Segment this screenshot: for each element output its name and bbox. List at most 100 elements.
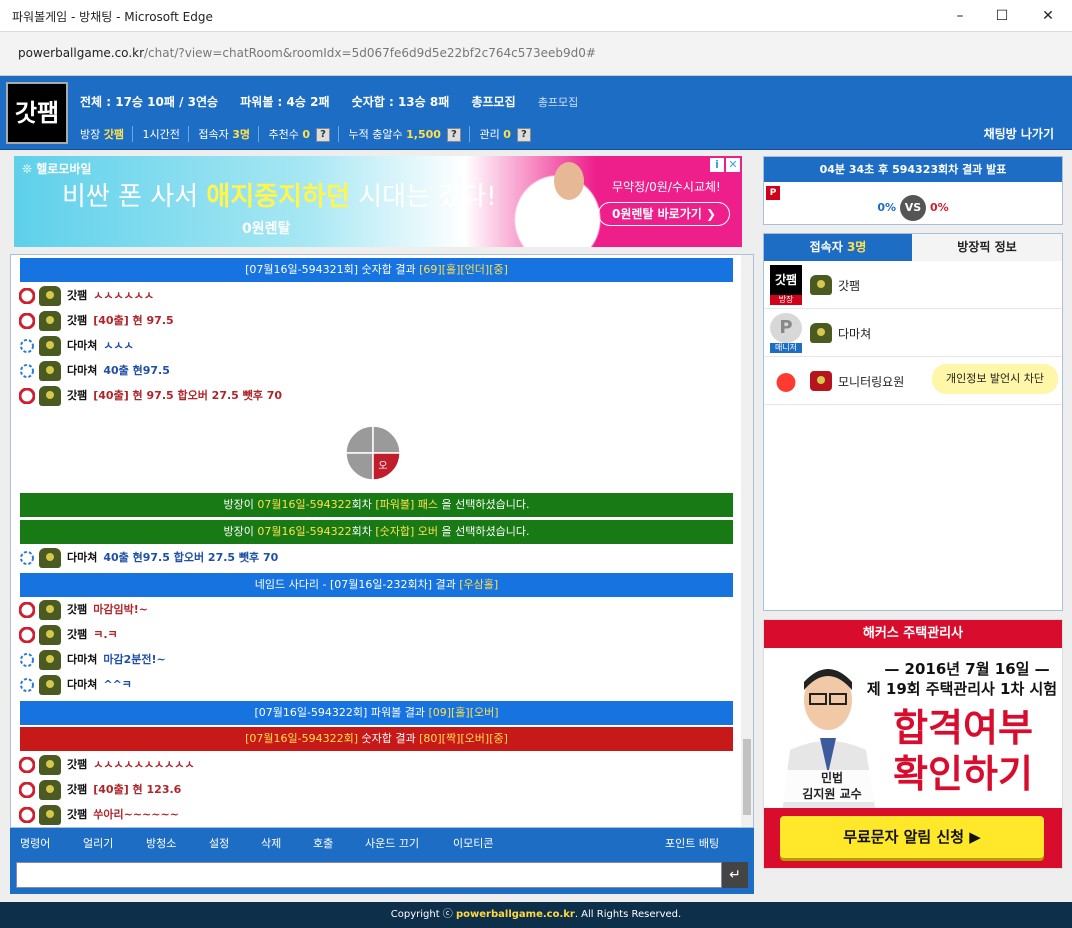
close-window-icon[interactable]: ✕ (1028, 4, 1068, 28)
delete-button[interactable]: 삭제 (261, 835, 281, 851)
room-info: 방장 갓팸 1시간전 접속자 3명 추천수 0? 누적 충알수 1,500? 관… (80, 126, 545, 142)
message-author[interactable]: 갓팸 (67, 628, 87, 641)
side-banner-ad[interactable]: 해커스 주택관리사 민법 김지원 교수 — 2016년 7월 16일 — 제 19… (763, 619, 1063, 869)
freeze-button[interactable]: 얼리기 (83, 835, 113, 851)
ad-headline: 비싼 폰 사서 애지중지하던 시대는 갔다! (62, 182, 497, 212)
avatar[interactable] (39, 548, 61, 568)
ad-big-1: 합격여부 (893, 706, 1033, 750)
footer-site[interactable]: powerballgame.co.kr (456, 909, 575, 920)
ad-sms-button[interactable]: 무료문자 알림 신청 ▶ (780, 816, 1044, 858)
host-badge: 방장 (770, 295, 802, 305)
message-author[interactable]: 갓팸 (67, 603, 87, 616)
call-button[interactable]: 호출 (313, 835, 333, 851)
snowflake-blue-icon (20, 653, 34, 667)
ad-date: — 2016년 7월 16일 — (884, 660, 1050, 678)
users-tabs: 접속자 3명 방장픽 정보 (764, 234, 1062, 261)
avatar[interactable] (39, 780, 61, 800)
top-banner-ad[interactable]: ❊ 헬로모바일 비싼 폰 사서 애지중지하던 시대는 갔다! 0원렌탈 무약정/… (14, 156, 742, 247)
chat-scrollbar[interactable] (741, 255, 753, 827)
message-author[interactable]: 갓팸 (67, 314, 87, 327)
message-author[interactable]: 다마쳐 (67, 653, 97, 666)
chat-input-row: ↵ (10, 856, 754, 894)
user-row[interactable]: 모니터링요원 개인정보 발언시 차단 (764, 357, 1062, 405)
settings-button[interactable]: 설정 (209, 835, 229, 851)
message-author[interactable]: 다마쳐 (67, 678, 97, 691)
ad-right-text: 무약정/0원/수시교체! (612, 180, 721, 194)
room-logo: 갓팸 (6, 82, 68, 144)
ad-info-icon[interactable]: i (710, 158, 724, 172)
minimize-icon[interactable]: – (940, 4, 980, 28)
users-info: 접속자 3명 (198, 126, 260, 142)
message-author[interactable]: 갓팸 (67, 289, 87, 302)
message-text: ^^ㅋ (103, 678, 132, 691)
chat-input[interactable] (16, 862, 722, 888)
ad-person-face (554, 162, 584, 200)
avatar[interactable] (39, 625, 61, 645)
stat-powerball: 파워볼 : 4승 2패 (240, 95, 330, 109)
ad-bottom: 무료문자 알림 신청 ▶ (764, 808, 1062, 868)
ad-close-icon[interactable]: ✕ (726, 158, 740, 172)
clean-button[interactable]: 방청소 (146, 835, 176, 851)
user-row[interactable]: 갓팸 방장 갓팸 (764, 261, 1062, 309)
ad-brand: ❊ 헬로모바일 (22, 162, 92, 176)
avatar[interactable] (39, 311, 61, 331)
stat-recruit-dim: 총프모집 (537, 96, 579, 109)
avatar[interactable] (39, 805, 61, 825)
avatar[interactable] (39, 361, 61, 381)
message-author[interactable]: 갓팸 (67, 808, 87, 821)
room-header: 갓팸 전체 : 17승 10패 / 3연승 파워볼 : 4승 2패 숫자합 : … (0, 76, 1072, 150)
lifebuoy-red-icon (19, 757, 35, 773)
message-author[interactable]: 갓팸 (67, 758, 87, 771)
address-bar[interactable]: powerballgame.co.kr/chat/?view=chatRoom&… (0, 32, 1072, 76)
tab-users[interactable]: 접속자 3명 (764, 234, 912, 261)
tab-host-pick[interactable]: 방장픽 정보 (912, 234, 1062, 261)
message-author[interactable]: 갓팸 (67, 389, 87, 402)
emoticon-button[interactable]: 이모티콘 (453, 835, 493, 851)
avatar[interactable] (39, 755, 61, 775)
chat-message: 다마쳐 마감2분전!~ (19, 648, 166, 672)
avatar[interactable] (39, 336, 61, 356)
send-icon[interactable]: ↵ (722, 862, 748, 888)
message-author[interactable]: 다마쳐 (67, 551, 97, 564)
window-title: 파워볼게임 - 방채팅 - Microsoft Edge (12, 10, 213, 24)
message-author[interactable]: 갓팸 (67, 783, 87, 796)
ad-cta-button[interactable]: 0원렌탈 바로가기 ❯ (598, 202, 730, 226)
message-author[interactable]: 다마쳐 (67, 339, 97, 352)
lifebuoy-red-icon (19, 388, 35, 404)
point-betting-button[interactable]: 포인트 배팅 (665, 835, 719, 851)
maximize-icon[interactable]: ☐ (982, 4, 1022, 28)
chat-message: 갓팸 [40출] 현 123.6 (19, 778, 181, 802)
stat-recruit: 총프모집 (471, 95, 516, 109)
avatar[interactable] (39, 650, 61, 670)
leave-room-button[interactable]: 채팅방 나가기 (984, 125, 1054, 142)
avatar[interactable] (39, 286, 61, 306)
lifebuoy-red-icon (19, 807, 35, 823)
manage-help-button[interactable]: ? (516, 128, 531, 142)
url-text[interactable]: powerballgame.co.kr/chat/?view=chatRoom&… (18, 46, 596, 60)
recommend-help-button[interactable]: ? (316, 128, 331, 142)
user-name[interactable]: 모니터링요원 (838, 373, 904, 390)
message-author[interactable]: 다마쳐 (67, 364, 97, 377)
message-text: 마감2분전!~ (103, 653, 166, 666)
message-text: ㅅㅅㅅㅅㅅㅅ (93, 289, 154, 302)
user-name[interactable]: 다마쳐 (838, 325, 871, 342)
message-text: ㅅㅅㅅ (103, 339, 134, 352)
host-info: 방장 갓팸 (80, 126, 133, 142)
sound-off-button[interactable]: 사운드 끄기 (365, 835, 419, 851)
pick-pie-icon: 오 (345, 425, 401, 481)
ad-person-image (496, 156, 608, 247)
chat-message: 다마쳐 40출 현97.5 (19, 359, 170, 383)
user-row[interactable]: P 매니저 다마쳐 (764, 309, 1062, 357)
command-button[interactable]: 명령어 (20, 835, 50, 851)
message-text: ㅋ.ㅋ (93, 628, 118, 641)
avatar[interactable] (39, 675, 61, 695)
user-name[interactable]: 갓팸 (838, 277, 860, 294)
avatar[interactable] (39, 386, 61, 406)
chat-message: 갓팸 쑤아리~~~~~~ (19, 803, 179, 827)
ad-sub: 0원렌탈 (242, 221, 291, 237)
lifebuoy-red-icon (19, 313, 35, 329)
cumulative-help-button[interactable]: ? (446, 128, 461, 142)
avatar[interactable] (39, 600, 61, 620)
chat-message: 다마쳐 ^^ㅋ (19, 673, 132, 697)
scrollbar-thumb[interactable] (743, 739, 751, 815)
